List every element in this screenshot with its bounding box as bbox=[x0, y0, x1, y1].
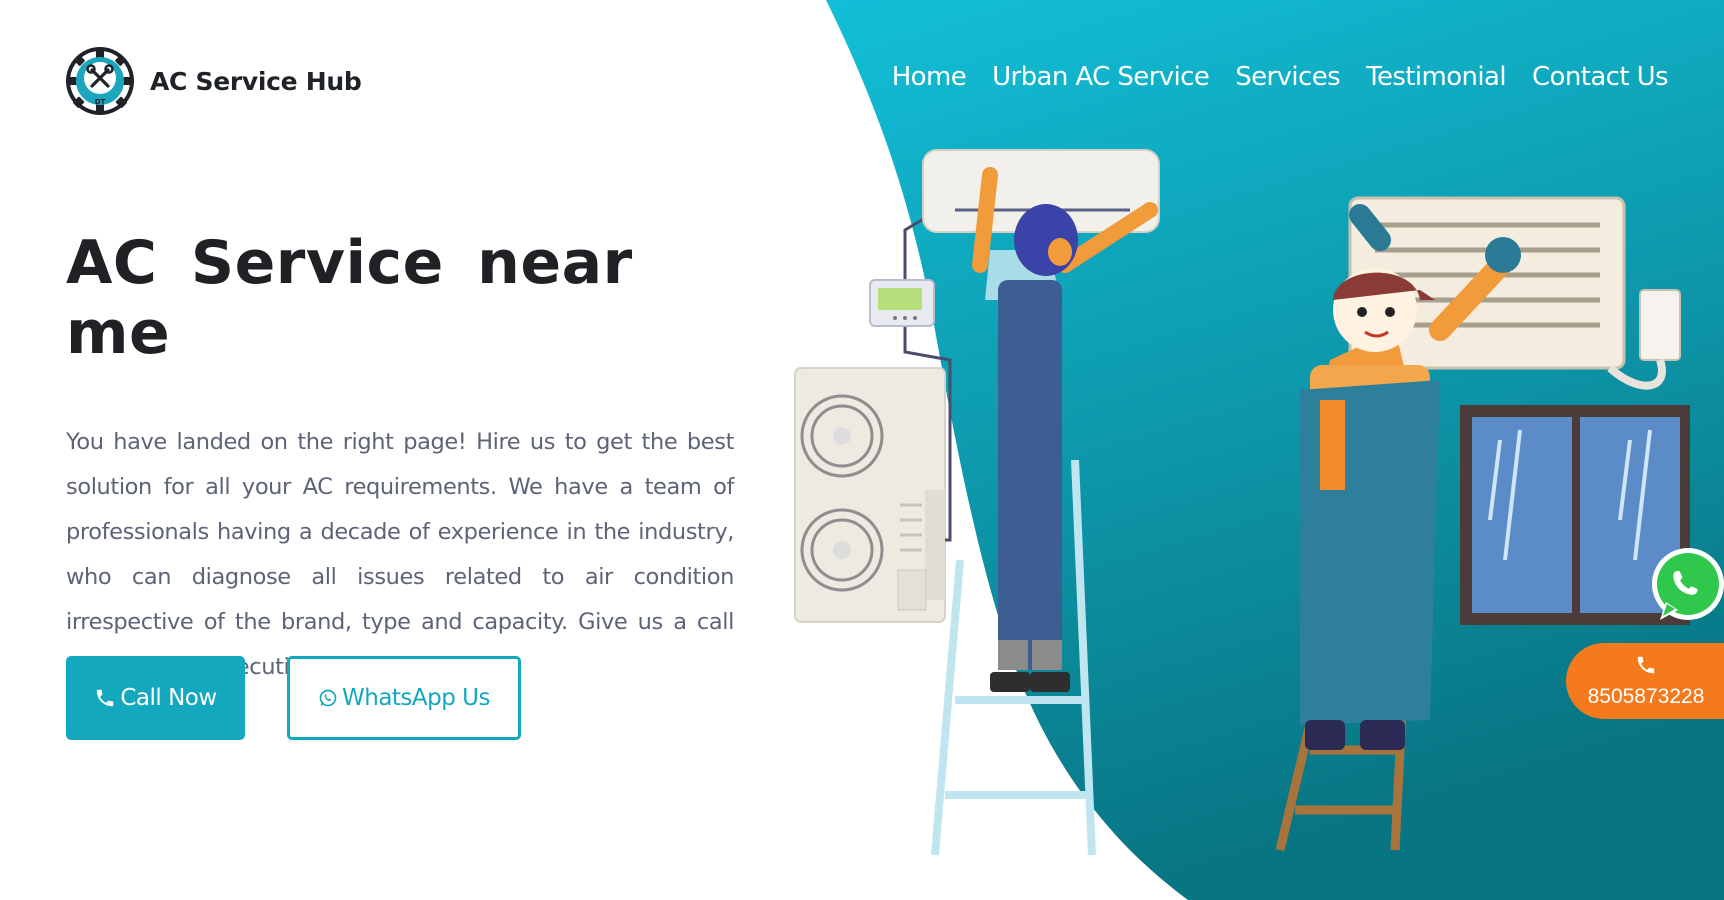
brand[interactable]: DT AC Service Hub bbox=[64, 42, 362, 120]
whatsapp-us-button[interactable]: WhatsApp Us bbox=[287, 656, 521, 740]
nav-services[interactable]: Services bbox=[1235, 62, 1340, 92]
gear-tools-logo-icon: DT bbox=[66, 47, 134, 115]
whatsapp-icon bbox=[1652, 548, 1724, 620]
brand-name: AC Service Hub bbox=[150, 66, 362, 96]
phone-icon bbox=[94, 687, 116, 709]
hero-cta-group: Call Now WhatsApp Us bbox=[66, 656, 521, 740]
nav-testimonial[interactable]: Testimonial bbox=[1366, 62, 1507, 92]
phone-icon bbox=[1635, 654, 1657, 681]
page: DT AC Service Hub Home Urban AC Service … bbox=[0, 0, 1724, 900]
hero-section: AC Service near me You have landed on th… bbox=[66, 228, 734, 690]
nav-contact-us[interactable]: Contact Us bbox=[1532, 62, 1669, 92]
floating-whatsapp-button[interactable] bbox=[1648, 546, 1724, 626]
technician-left bbox=[972, 167, 1158, 692]
phone-number: 8505873228 bbox=[1587, 684, 1705, 708]
logo-initials: DT bbox=[95, 98, 106, 106]
hero-description: You have landed on the right page! Hire … bbox=[66, 429, 734, 680]
call-now-label: Call Now bbox=[120, 685, 217, 711]
call-now-button[interactable]: Call Now bbox=[66, 656, 245, 740]
nav-urban-ac-service[interactable]: Urban AC Service bbox=[992, 62, 1210, 92]
hero-title: AC Service near me bbox=[66, 228, 633, 368]
floating-phone-button[interactable]: 8505873228 bbox=[1566, 643, 1724, 719]
main-nav: Home Urban AC Service Services Testimoni… bbox=[892, 62, 1669, 92]
outdoor-ac-unit bbox=[794, 367, 946, 623]
thermostat-device bbox=[869, 279, 935, 327]
whatsapp-us-label: WhatsApp Us bbox=[342, 685, 490, 711]
nav-home[interactable]: Home bbox=[892, 62, 967, 92]
whatsapp-outline-icon bbox=[318, 688, 338, 708]
